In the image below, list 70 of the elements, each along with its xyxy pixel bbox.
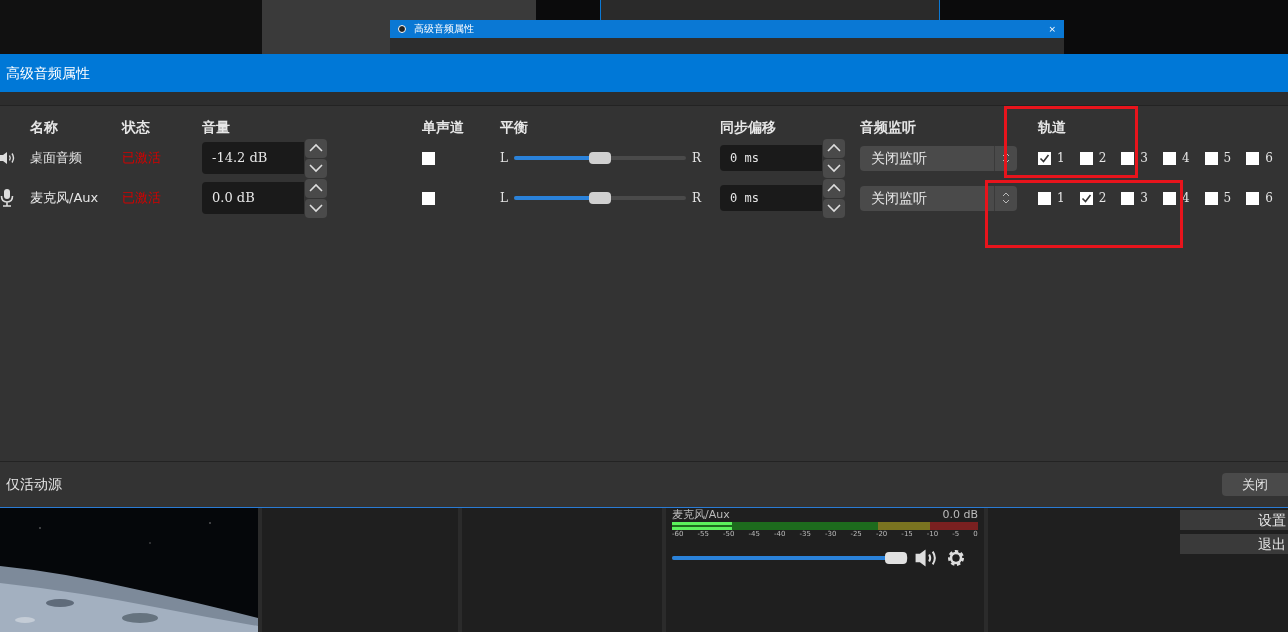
checkbox[interactable] [1204,151,1218,165]
control-button[interactable]: 设置 [1180,510,1288,530]
track-label: 2 [1098,150,1107,167]
column-header: 音频监听 [860,117,917,137]
column-header: 同步偏移 [720,117,777,137]
checkbox[interactable] [1121,151,1135,165]
app-icon [398,25,406,33]
volume-field[interactable]: 0.0 dB [202,182,304,214]
slider-handle[interactable] [588,152,611,164]
spin-buttons[interactable] [305,178,327,218]
column-header: 单声道 [422,117,465,137]
chevron-icon [1002,191,1010,205]
checkbox[interactable] [1246,151,1260,165]
track-label: 3 [1140,190,1148,207]
sync-offset-field[interactable]: 0 ms [720,185,822,211]
slider-handle[interactable] [885,552,908,564]
microphone-icon [0,189,14,207]
track-label: 4 [1181,190,1190,207]
close-button[interactable]: 关闭 [1222,473,1288,496]
checkbox[interactable] [422,151,435,165]
track-label: 1 [1057,150,1065,167]
balance-left-label: L [500,190,508,207]
column-header: 轨道 [1037,117,1067,137]
slider-handle[interactable] [588,192,611,204]
track-label: 2 [1098,190,1107,207]
volume-reading: 0.0 dB [942,508,978,520]
checkbox[interactable] [1246,191,1260,205]
active-sources-label: 仅活动源 [6,475,62,494]
spin-buttons[interactable] [823,178,845,218]
balance-left-label: L [500,150,508,167]
balance-right-label: R [691,190,701,207]
source-name: 桌面音频 [30,149,83,168]
status-text: 已激活 [122,149,162,168]
track-label: 3 [1140,150,1148,167]
checkbox[interactable] [1038,151,1051,165]
volume-field[interactable]: -14.2 dB [202,142,304,174]
checkbox[interactable] [1079,151,1093,165]
speaker-icon [0,151,16,165]
balance-right-label: R [691,150,701,167]
checkbox[interactable] [422,191,435,205]
track-label: 6 [1265,190,1273,207]
checkbox[interactable] [1038,191,1051,205]
window-title: 高级音频属性 [414,24,474,34]
control-button[interactable]: 退出 [1180,534,1288,554]
status-text: 已激活 [122,189,162,208]
checkbox[interactable] [1162,151,1176,165]
source-name: 麦克风/Aux [30,189,100,208]
track-label: 4 [1181,150,1190,167]
monitoring-dropdown[interactable]: 关闭监听 [860,145,1017,171]
checkbox[interactable] [1204,191,1218,205]
track-label: 6 [1265,150,1273,167]
column-header: 名称 [30,117,59,137]
track-label: 1 [1057,190,1065,207]
sync-offset-field[interactable]: 0 ms [720,145,822,171]
mixer-source-name: 麦克风/Aux [672,508,730,520]
close-button[interactable]: × [1048,24,1056,34]
checkbox[interactable] [1079,191,1093,205]
spin-buttons[interactable] [823,138,845,178]
checkbox[interactable] [1162,191,1176,205]
column-header: 状态 [122,117,151,137]
settings-icon[interactable] [946,548,966,568]
spin-buttons[interactable] [305,138,327,178]
chevron-icon [1002,151,1010,165]
column-header: 平衡 [500,117,529,137]
monitoring-dropdown[interactable]: 关闭监听 [860,185,1017,211]
dialog-title: 高级音频属性 [6,63,90,83]
checkbox[interactable] [1121,191,1135,205]
column-header: 音量 [202,117,231,137]
track-label: 5 [1223,190,1232,207]
track-label: 5 [1223,150,1232,167]
